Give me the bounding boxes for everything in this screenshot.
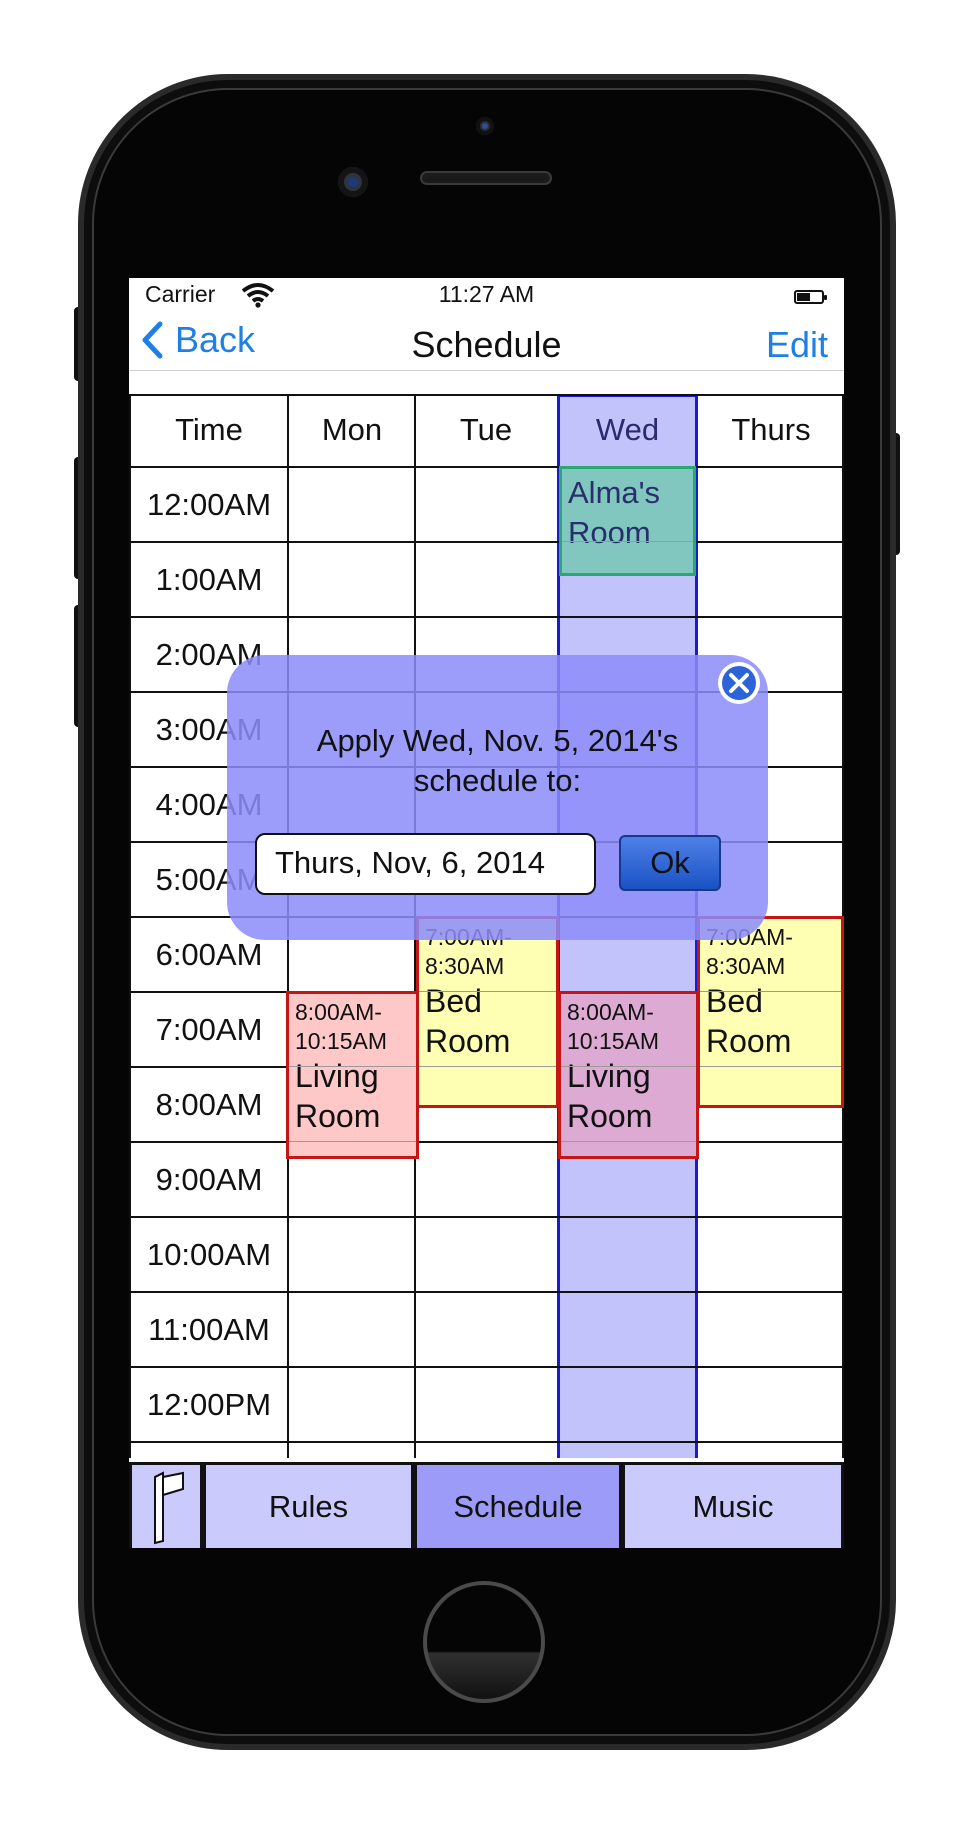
tab-bar: Rules Schedule Music [129,1458,844,1548]
grid-line [700,991,841,992]
target-date-field[interactable]: Thurs, Nov, 6, 2014 [255,833,596,895]
home-button[interactable] [423,1581,545,1703]
time-label: 12:00AM [146,486,272,522]
time-label: 10:00AM [146,1236,272,1272]
event-time: 8:00AM-10:15AM [567,999,660,1054]
grid-line [289,1066,416,1067]
time-label: 12:00PM [146,1386,272,1422]
apply-schedule-dialog: Apply Wed, Nov. 5, 2014's schedule to: T… [227,655,768,940]
event-name: Living Room [295,1058,381,1134]
event-living-room-wed[interactable]: 8:00AM-10:15AM Living Room [558,991,699,1159]
time-label: 9:00AM [155,1161,263,1197]
event-living-room-mon[interactable]: 8:00AM-10:15AM Living Room [286,991,419,1159]
tab-flag[interactable] [129,1462,203,1548]
time-label: 7:00AM [155,1011,263,1047]
grid-line [561,1141,696,1142]
event-name: Bed Room [706,983,792,1059]
close-icon[interactable] [716,660,762,706]
event-bed-room-tue[interactable]: 7:00AM-8:30AM Bed Room [416,916,559,1108]
tab-schedule[interactable]: Schedule [414,1462,622,1548]
event-name: Bed Room [425,983,511,1059]
time-label: 11:00AM [148,1311,270,1347]
header-mon[interactable]: Mon [289,394,415,466]
event-almas-room[interactable]: Alma's Room [559,466,696,576]
time-label: 8:00AM [155,1086,263,1122]
header-wed[interactable]: Wed [557,394,698,466]
tab-rules[interactable]: Rules [203,1462,414,1548]
battery-icon [794,290,827,304]
grid-line [419,1066,556,1067]
header-time: Time [175,412,243,447]
status-time: 11:27 AM [438,281,535,307]
proximity-sensor [476,117,494,135]
tab-music[interactable]: Music [622,1462,844,1548]
page-title: Schedule [411,324,562,365]
header-thurs[interactable]: Thurs [698,394,844,466]
front-camera [338,167,368,197]
grid-line [561,1066,696,1067]
time-label: 1:00AM [155,561,263,597]
grid-line [700,1066,841,1067]
ok-button[interactable]: Ok [619,835,721,891]
schedule-grid: Time Mon Tue Wed Thurs 12:00AM 1:00AM 2:… [129,394,844,1500]
grid-line [419,991,556,992]
navigation-bar: Back Schedule Edit [129,312,844,371]
grid-line [289,1141,416,1142]
status-bar: Carrier 11:27 AM [129,278,844,312]
grid-line [562,541,693,542]
earpiece-speaker [420,171,552,185]
event-bed-room-thurs[interactable]: 7:00AM-8:30AM Bed Room [697,916,844,1108]
flag-icon [154,1470,184,1544]
event-name: Living Room [567,1058,653,1134]
event-time: 8:00AM-10:15AM [295,999,388,1054]
edit-button[interactable]: Edit [766,324,828,366]
dialog-message: Apply Wed, Nov. 5, 2014's schedule to: [316,723,679,798]
header-tue[interactable]: Tue [415,394,557,466]
